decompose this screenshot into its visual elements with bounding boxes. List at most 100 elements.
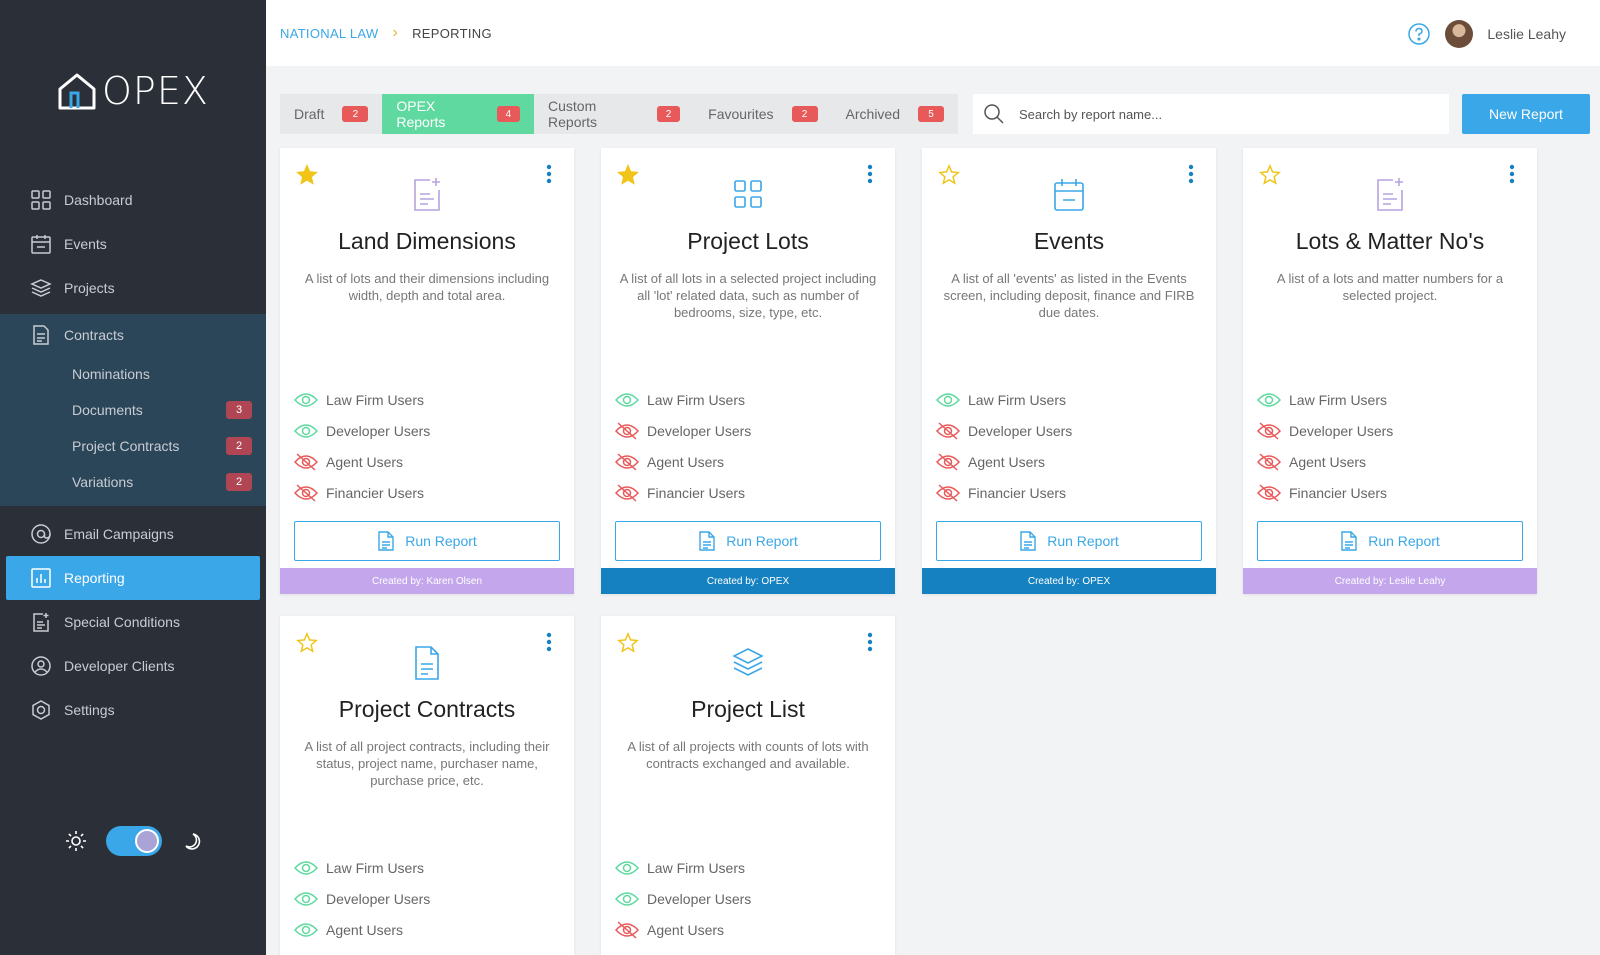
sidebar-item-settings[interactable]: Settings <box>0 688 266 732</box>
theme-toggle <box>64 826 202 856</box>
more-vertical-icon[interactable] <box>867 164 873 184</box>
document-icon <box>699 531 715 551</box>
card-title: Project Lots <box>687 228 809 254</box>
report-card[interactable]: Project List A list of all projects with … <box>601 616 895 955</box>
new-report-button[interactable]: New Report <box>1462 94 1590 134</box>
permission-label: Law Firm Users <box>647 860 746 876</box>
permission-developer-users: Developer Users <box>294 890 430 908</box>
sidebar-item-events[interactable]: Events <box>0 222 266 266</box>
more-vertical-icon[interactable] <box>1509 164 1515 184</box>
run-report-label: Run Report <box>405 533 477 549</box>
eye-icon <box>294 393 318 407</box>
eye-off-icon <box>936 453 960 471</box>
tab-label: Archived <box>845 106 900 122</box>
permission-developer-users: Developer Users <box>1257 422 1393 440</box>
permission-developer-users: Developer Users <box>936 422 1072 440</box>
more-vertical-icon[interactable] <box>1188 164 1194 184</box>
card-description: A list of all projects with counts of lo… <box>627 739 869 771</box>
sidebar-subitem-project-contracts[interactable]: Project Contracts 2 <box>0 428 266 464</box>
more-vertical-icon[interactable] <box>546 164 552 184</box>
permission-label: Financier Users <box>647 485 746 501</box>
created-by-bar: Created by: Karen Olsen <box>280 568 574 594</box>
star-outline-icon[interactable] <box>938 164 960 186</box>
layers-icon <box>30 279 52 297</box>
card-description: A list of a lots and matter numbers for … <box>1276 271 1504 303</box>
sidebar-subitem-variations[interactable]: Variations 2 <box>0 464 266 500</box>
permission-agent-users: Agent Users <box>294 921 403 939</box>
help-icon[interactable] <box>1407 22 1431 46</box>
count-badge: 5 <box>918 106 944 122</box>
sidebar-item-label: Projects <box>64 280 115 296</box>
sidebar-item-dashboard[interactable]: Dashboard <box>0 178 266 222</box>
sidebar-subitem-nominations[interactable]: Nominations <box>0 356 266 392</box>
permission-label: Developer Users <box>326 423 431 439</box>
card-title: Project List <box>691 696 805 722</box>
run-report-button[interactable]: Run Report <box>936 521 1202 561</box>
sidebar-item-label: Events <box>64 236 107 252</box>
report-card[interactable]: Lots & Matter No's A list of a lots and m… <box>1243 148 1537 594</box>
document-icon <box>378 531 394 551</box>
permission-label: Developer Users <box>968 423 1073 439</box>
permission-agent-users: Agent Users <box>294 453 403 471</box>
more-vertical-icon[interactable] <box>546 632 552 652</box>
permission-financier-users: Financier Users <box>1257 484 1387 502</box>
sidebar-item-developer-clients[interactable]: Developer Clients <box>0 644 266 688</box>
eye-off-icon <box>1257 422 1281 440</box>
permission-developer-users: Developer Users <box>294 422 430 440</box>
sidebar-item-reporting[interactable]: Reporting <box>6 556 260 600</box>
star-outline-icon[interactable] <box>296 632 318 654</box>
report-card[interactable]: Land Dimensions A list of lots and their … <box>280 148 574 594</box>
permission-financier-users: Financier Users <box>615 484 745 502</box>
permission-label: Developer Users <box>1289 423 1394 439</box>
breadcrumb-current: REPORTING <box>412 25 492 41</box>
permission-label: Developer Users <box>647 423 752 439</box>
tab-opex-reports[interactable]: OPEX Reports 4 <box>382 94 535 134</box>
top-bar: NATIONAL LAW › REPORTING Leslie Leahy <box>266 0 1600 66</box>
report-card[interactable]: Project Lots A list of all lots in a sele… <box>601 148 895 594</box>
star-filled-icon[interactable] <box>617 164 639 186</box>
run-report-button[interactable]: Run Report <box>294 521 560 561</box>
card-title: Lots & Matter No's <box>1295 228 1485 254</box>
report-card[interactable]: Project Contracts A list of all project c… <box>280 616 574 955</box>
eye-off-icon <box>615 422 639 440</box>
user-menu[interactable]: Leslie Leahy <box>1407 20 1566 48</box>
permission-label: Agent Users <box>326 454 404 470</box>
switch-knob <box>135 829 159 853</box>
created-by-bar: Created by: Leslie Leahy <box>1243 568 1537 594</box>
card-title: Land Dimensions <box>338 228 516 254</box>
report-card[interactable]: Events A list of all 'events' as listed i… <box>922 148 1216 594</box>
run-report-button[interactable]: Run Report <box>615 521 881 561</box>
tab-custom-reports[interactable]: Custom Reports 2 <box>534 94 694 134</box>
sidebar-item-contracts[interactable]: Contracts <box>0 314 266 356</box>
permission-law-firm-users: Law Firm Users <box>294 391 424 409</box>
tab-draft[interactable]: Draft 2 <box>280 94 382 134</box>
card-description: A list of lots and their dimensions incl… <box>304 271 550 303</box>
opex-logo[interactable]: OPEX <box>56 69 209 113</box>
sidebar-item-projects[interactable]: Projects <box>0 266 266 310</box>
tab-archived[interactable]: Archived 5 <box>832 94 958 134</box>
breadcrumb-parent[interactable]: NATIONAL LAW <box>280 26 378 41</box>
star-outline-icon[interactable] <box>617 632 639 654</box>
sidebar-subitem-documents[interactable]: Documents 3 <box>0 392 266 428</box>
permission-law-firm-users: Law Firm Users <box>936 391 1066 409</box>
search-input[interactable] <box>1019 106 1419 122</box>
search-icon <box>984 104 1004 124</box>
count-badge: 4 <box>496 106 521 122</box>
calendar-icon <box>1054 179 1084 211</box>
run-report-button[interactable]: Run Report <box>1257 521 1523 561</box>
document-icon <box>33 325 49 345</box>
run-report-label: Run Report <box>1047 533 1119 549</box>
card-title: Events <box>1033 228 1105 254</box>
more-vertical-icon[interactable] <box>867 632 873 652</box>
star-outline-icon[interactable] <box>1259 164 1281 186</box>
tab-favourites[interactable]: Favourites 2 <box>694 94 831 134</box>
sidebar-item-email-campaigns[interactable]: Email Campaigns <box>0 512 266 556</box>
sidebar-nav: Dashboard Events Projects Contracts Nomi… <box>0 178 266 732</box>
avatar[interactable] <box>1445 20 1474 48</box>
sidebar-subitem-label: Documents <box>72 402 143 418</box>
sidebar-item-special-conditions[interactable]: Special Conditions <box>0 600 266 644</box>
star-filled-icon[interactable] <box>296 164 318 186</box>
permission-label: Agent Users <box>647 454 725 470</box>
dark-mode-switch[interactable] <box>106 826 162 856</box>
user-circle-icon <box>31 656 51 676</box>
